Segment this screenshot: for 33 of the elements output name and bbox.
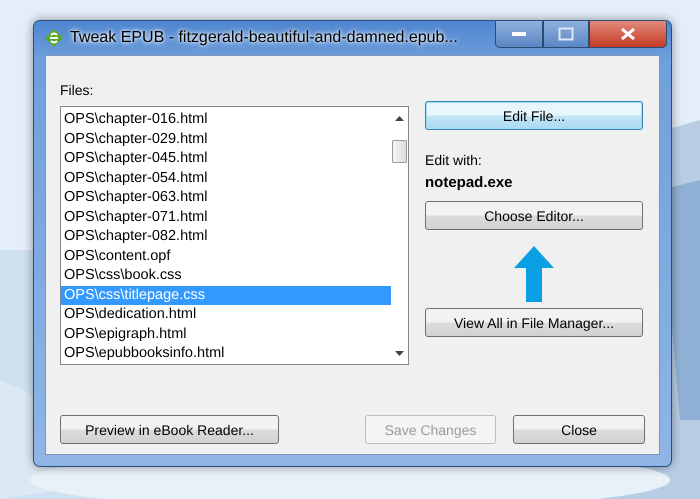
view-all-button[interactable]: View All in File Manager... <box>425 308 643 337</box>
close-button[interactable] <box>589 21 667 48</box>
footer-button[interactable]: Close <box>513 415 645 444</box>
maximize-button[interactable] <box>543 21 589 48</box>
file-item[interactable]: OPS\chapter-063.html <box>61 188 391 208</box>
file-item[interactable]: OPS\epubbooksinfo.html <box>61 344 391 364</box>
edit-with-label: Edit with: <box>425 152 483 168</box>
file-item[interactable]: OPS\chapter-016.html <box>61 110 391 130</box>
scroll-thumb[interactable] <box>392 140 407 163</box>
file-item[interactable]: OPS\epigraph.html <box>61 324 391 344</box>
file-item[interactable]: OPS\content.opf <box>61 246 391 266</box>
file-list[interactable] <box>60 106 409 365</box>
minimize-button[interactable] <box>495 21 543 48</box>
file-item[interactable]: OPS\dedication.html <box>61 305 391 324</box>
scroll-down-icon[interactable] <box>395 351 404 356</box>
choose-editor-button[interactable]: Choose Editor... <box>425 201 643 230</box>
file-item[interactable]: OPS\chapter-071.html <box>61 208 391 227</box>
file-item[interactable]: OPS\chapter-054.html <box>61 168 391 188</box>
up-arrow-icon <box>514 246 554 302</box>
close-icon <box>619 27 637 41</box>
file-item[interactable]: OPS\chapter-082.html <box>61 227 391 246</box>
minimize-icon <box>511 31 527 37</box>
maximize-icon <box>558 27 574 41</box>
footer-button[interactable]: Preview in eBook Reader... <box>60 415 279 444</box>
window-title: Tweak EPUB - fitzgerald-beautiful-and-damned.epub... <box>70 29 458 47</box>
editor-name: notepad.exe <box>425 174 514 191</box>
file-item[interactable]: OPS\chapter-029.html <box>61 130 391 149</box>
scroll-up-icon[interactable] <box>395 116 404 121</box>
app-icon <box>44 28 64 48</box>
file-item[interactable]: OPS\css\book.css <box>61 266 391 286</box>
file-item[interactable]: OPS\chapter-045.html <box>61 149 391 168</box>
files-label: Files: <box>60 82 94 98</box>
edit-file-button[interactable]: Edit File... <box>425 101 643 130</box>
